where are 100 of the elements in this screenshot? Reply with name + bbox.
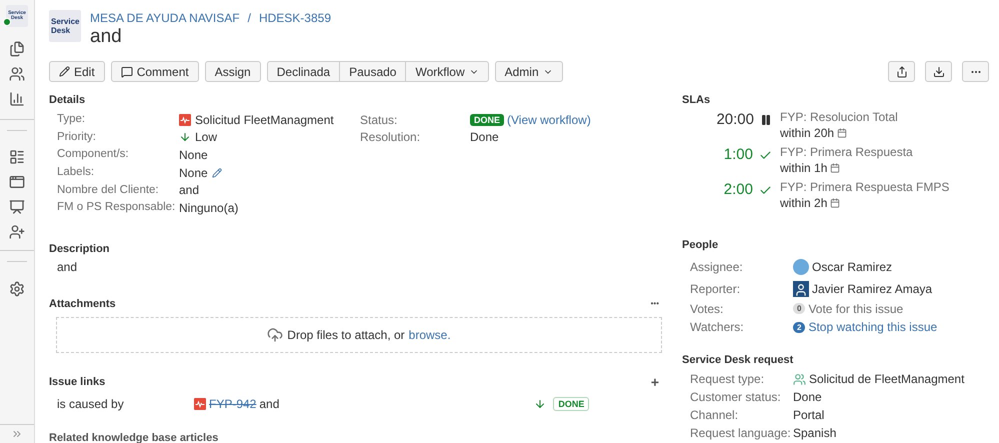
field-label: Channel: (690, 407, 740, 424)
section-heading: Attachments (49, 296, 117, 312)
expand-icon[interactable] (11, 428, 23, 440)
presentation-icon[interactable] (9, 199, 25, 215)
toolbar-button[interactable]: Pausado (339, 61, 406, 82)
field-value: Ninguno(a) (179, 200, 238, 217)
vote-count-badge: 0 (793, 303, 806, 314)
issue-key-link[interactable]: HDESK-3859 (258, 10, 331, 26)
stop-watching-link[interactable]: Stop watching this issue (808, 318, 938, 336)
sla-target: within 2h (780, 195, 828, 211)
field-value: None (179, 164, 208, 182)
section-heading: Details (49, 93, 86, 108)
field-label: Component/s: (57, 147, 130, 162)
window-icon[interactable] (9, 174, 25, 190)
field-label: Customer status: (690, 389, 782, 406)
field-value: Done (793, 389, 822, 406)
calendar-icon (830, 198, 840, 208)
field-label: Watchers: (690, 319, 745, 336)
section-heading: People (682, 238, 720, 253)
project-link[interactable]: MESA DE AYUDA NAVISAF (90, 10, 240, 26)
share-icon (896, 66, 908, 78)
field-label: Votes: (690, 300, 724, 318)
assignee-name[interactable]: Oscar Ramirez (812, 258, 892, 276)
pages-icon[interactable] (9, 41, 25, 57)
share-button[interactable] (888, 61, 915, 82)
field-label: Request language: (690, 425, 792, 442)
people-icon[interactable] (9, 66, 25, 82)
section-heading: Related knowledge base articles (49, 432, 220, 443)
more-options-button[interactable]: ••• (650, 298, 662, 310)
request-type-icon (793, 372, 806, 386)
field-label: Request type: (690, 371, 766, 388)
browse-link[interactable]: browse. (408, 326, 451, 344)
field-label: Labels: (57, 164, 96, 180)
link-relation: is caused by (57, 396, 125, 413)
field-value: Solicitud FleetManagment (195, 112, 334, 129)
field-value: and (179, 182, 200, 200)
watcher-count-badge: 2 (793, 322, 806, 332)
field-label: Reporter: (690, 280, 742, 298)
field-value: Solicitud de FleetManagment (809, 371, 964, 388)
sla-time: 2:00 (724, 181, 753, 199)
view-workflow-link[interactable]: (View workflow) (507, 110, 591, 129)
field-label: Assignee: (690, 259, 744, 276)
toolbar-button[interactable]: Comment (110, 61, 199, 82)
type-icon (179, 114, 191, 126)
field-label: Resolution: (360, 129, 422, 146)
priority-low-icon (534, 398, 546, 410)
linked-issue-summary: and (259, 396, 280, 413)
toolbar-button[interactable]: Declinada (266, 61, 340, 82)
description-text: and (56, 258, 78, 275)
field-label: Priority: (57, 130, 97, 145)
sla-time: 20:00 (716, 111, 754, 129)
sla-name: FYP: Resolucion Total (780, 109, 898, 125)
toolbar-button[interactable]: Workflow (405, 61, 489, 82)
field-label: Type: (57, 112, 86, 128)
calendar-icon (837, 128, 848, 138)
field-label: Nombre del Cliente: (57, 182, 160, 198)
linked-issue-key[interactable]: FYP-942 (209, 394, 256, 413)
edit-icon[interactable] (212, 168, 222, 178)
export-button[interactable] (925, 61, 952, 82)
queue-icon[interactable] (9, 149, 25, 165)
field-label: Status: (360, 112, 398, 129)
priority-low-icon (179, 131, 191, 144)
field-value: Done (470, 129, 499, 146)
section-heading: Service Desk request (682, 353, 794, 368)
sla-target: within 1h (780, 160, 828, 176)
pause-icon (760, 114, 772, 126)
field-label: FM o PS Responsable: (57, 200, 176, 216)
add-link-button[interactable]: + (650, 374, 662, 389)
online-badge-icon (3, 18, 11, 26)
field-value: Spanish (793, 425, 836, 442)
section-heading: SLAs (682, 93, 712, 108)
issue-title: and (90, 26, 123, 48)
drop-zone[interactable]: Drop files to attach, or browse. (56, 316, 662, 353)
toolbar-button[interactable]: Assign (204, 61, 261, 82)
field-value: None (179, 146, 208, 164)
vote-text: Vote for this issue (808, 300, 904, 318)
calendar-icon (830, 163, 840, 173)
settings-icon[interactable] (9, 281, 25, 297)
download-icon (932, 66, 944, 78)
chart-icon[interactable] (9, 91, 25, 107)
sla-name: FYP: Primera Respuesta (780, 144, 913, 160)
field-value: Low (195, 129, 218, 146)
toolbar-button[interactable]: Edit (49, 61, 105, 82)
upload-icon (267, 326, 284, 343)
sla-name: FYP: Primera Respuesta FMPS (780, 179, 950, 195)
user-silhouette-icon (794, 282, 808, 296)
add-user-icon[interactable] (9, 224, 25, 240)
status-lozenge: DONE (553, 396, 590, 411)
reporter-name[interactable]: Javier Ramirez Amaya (812, 280, 932, 298)
status-lozenge: DONE (470, 114, 504, 126)
pencil-icon (59, 66, 70, 77)
toolbar-button[interactable]: Admin (494, 61, 563, 82)
drop-text: Drop files to attach, or (287, 326, 405, 344)
section-heading: Issue links (49, 374, 106, 390)
avatar (793, 259, 809, 275)
sla-time: 1:00 (724, 146, 753, 164)
field-value: Portal (793, 407, 824, 424)
breadcrumb-separator: / (248, 10, 251, 26)
project-logo: Service Desk (49, 10, 81, 42)
type-icon (194, 398, 206, 410)
